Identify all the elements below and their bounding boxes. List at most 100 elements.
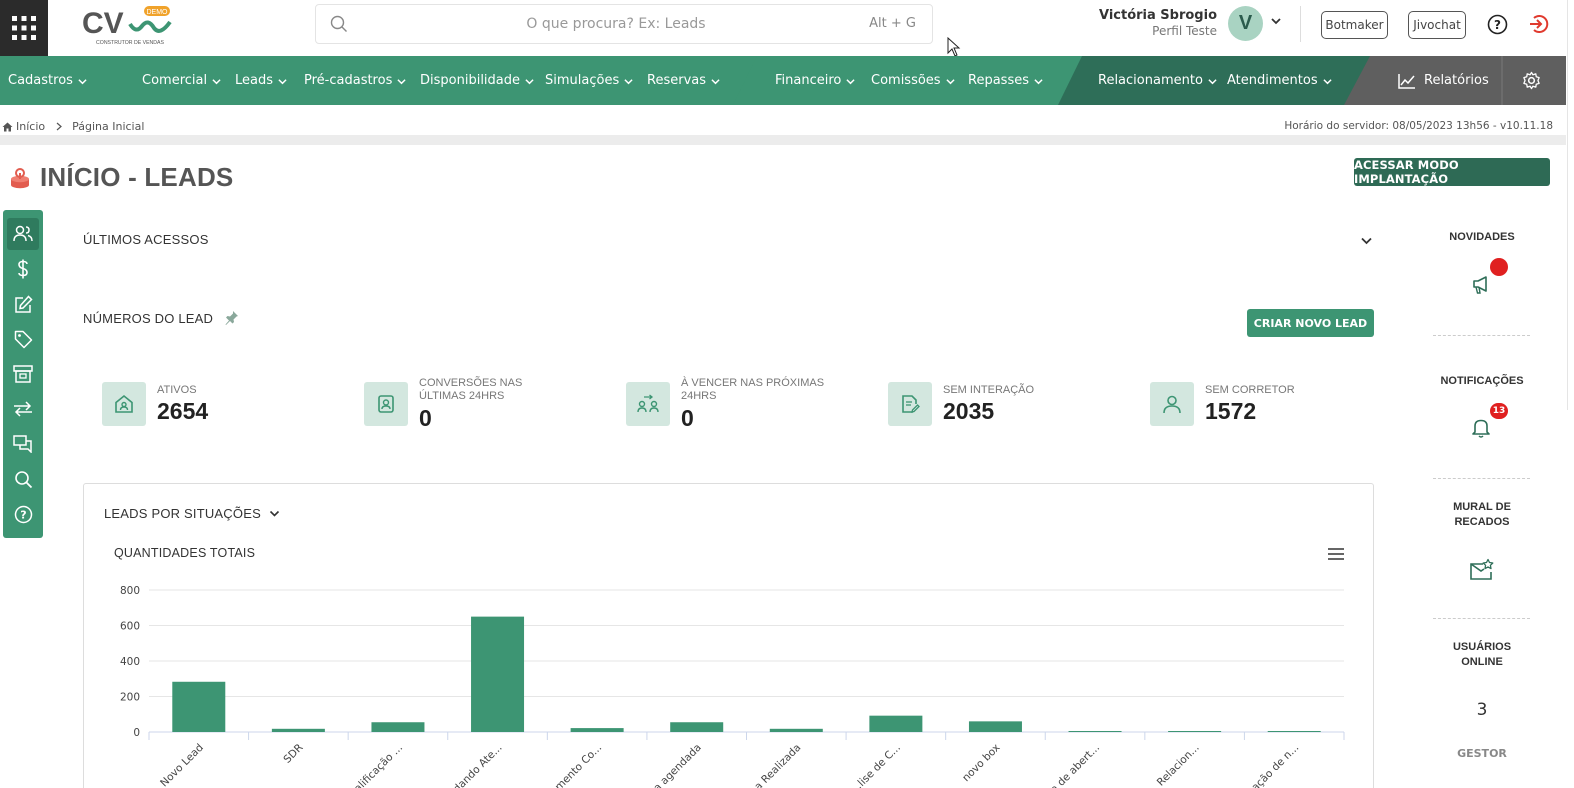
svg-text:?: ? [1494,18,1501,32]
y-tick-label: 0 [133,727,140,739]
lead-numbers-title: NÚMEROS DO LEAD [83,311,214,326]
botmaker-button[interactable]: Botmaker [1321,11,1388,39]
breadcrumb: Início Página Inicial [2,120,144,133]
y-tick-label: 600 [120,621,140,633]
main-navigation: Cadastros Comercial Leads Pré-cadastros … [0,56,1566,105]
chevron-down-icon [1322,78,1332,84]
tool-chat[interactable] [7,428,39,460]
nav-disponibilidade[interactable]: Disponibilidade [420,56,534,105]
x-tick-label: ...alificação ... [345,742,405,788]
tool-financial[interactable] [7,253,39,285]
nav-comercial[interactable]: Comercial [142,56,221,105]
left-toolbar: ? [3,210,43,538]
chevron-down-icon[interactable] [1360,234,1373,247]
chart-bar [471,616,525,732]
bell-icon[interactable] [1471,417,1491,439]
news-unread-dot [1490,258,1508,276]
nav-simulacoes[interactable]: Simulações [545,56,633,105]
message-wall-title: MURAL DE RECADOS [1453,501,1511,528]
chevron-down-icon [78,78,87,84]
nav-comissoes[interactable]: Comissões [871,56,955,105]
nav-reservas[interactable]: Reservas [647,56,720,105]
page-title-wrap: INÍCIO - LEADS [8,162,233,193]
nav-settings[interactable] [1522,56,1541,105]
tool-store[interactable] [7,358,39,390]
nav-repasses[interactable]: Repasses [968,56,1043,105]
chart-bar [869,715,923,732]
stat-conversions[interactable]: CONVERSÕES NAS ÚLTIMAS 24hrs 0 [364,376,604,436]
page-title: INÍCIO - LEADS [40,162,234,192]
jivochat-button[interactable]: Jivochat [1408,11,1466,39]
tool-leads[interactable] [7,218,39,250]
tool-search[interactable] [7,463,39,495]
house-icon [102,382,146,426]
tool-tags[interactable] [7,323,39,355]
divider [1433,618,1530,619]
mouse-cursor-icon [947,37,961,57]
user-name[interactable]: Victória Sbrogio [1099,8,1217,23]
nav-leads[interactable]: Leads [235,56,287,105]
online-users-title: USUÁRIOS ONLINE [1452,641,1512,668]
company-logo[interactable]: CV DEMO CONSTRUTOR DE VENDAS [82,4,177,46]
chart-bar [968,721,1022,732]
search-icon [330,15,347,32]
logo-text: CV [82,7,124,40]
chevron-down-icon[interactable] [1270,15,1282,27]
x-tick-label: ...a de abert... [1041,742,1102,788]
stat-active[interactable]: ATIVOS 2654 [102,376,342,436]
nav-pre-cadastros[interactable]: Pré-cadastros [304,56,406,105]
gear-icon [1523,71,1540,90]
nav-relacionamento[interactable]: Relacionamento [1098,56,1217,105]
chat-icon [13,435,32,453]
search-icon [14,470,32,488]
mail-star-icon[interactable] [1469,558,1495,582]
line-chart-icon [1398,73,1415,89]
recent-access-title[interactable]: ÚLTIMOS ACESSOS [83,232,209,247]
nav-label: Relacionamento [1098,73,1203,88]
help-icon[interactable]: ? [1487,14,1508,35]
notifications-title: NOTIFICAÇÕES [1440,375,1524,387]
help-icon: ? [14,505,32,523]
stat-value: 0 [419,405,432,431]
logout-icon[interactable] [1528,13,1550,35]
stat-value: 1572 [1205,398,1257,424]
edit-icon [14,294,33,313]
user-icon [1150,382,1194,426]
avatar[interactable]: V [1228,6,1263,41]
nav-relatorios[interactable]: Relatórios [1398,56,1489,105]
chart-bar [570,728,624,732]
stat-label: CONVERSÕES NAS ÚLTIMAS 24hrs [419,377,523,402]
stat-label: SEM INTERAÇÃO [943,384,1035,396]
megaphone-icon[interactable] [1471,273,1493,295]
create-lead-button[interactable]: CRIAR NOVO LEAD [1247,309,1374,337]
search-input[interactable] [356,5,876,43]
implant-mode-button[interactable]: ACESSAR MODO IMPLANTAÇÃO [1354,158,1550,186]
bar-chart: 0 200 400 600 800 Novo Lead SDR ...alificação .… [120,585,1345,788]
chevron-down-icon [846,78,855,84]
apps-grid-button[interactable] [0,0,48,56]
leads-funnel-icon [11,167,29,188]
stat-expiring[interactable]: À VENCER NAS PRÓXIMAS 24hrs 0 [626,376,866,436]
users-icon [13,225,33,242]
stat-no-broker[interactable]: SEM CORRETOR 1572 [1150,376,1390,436]
pin-icon[interactable] [224,310,239,325]
chart-bar [371,722,425,732]
user-profile: Perfil Teste [1152,24,1217,38]
nav-label: Disponibilidade [420,73,521,88]
nav-financeiro[interactable]: Financeiro [775,56,855,105]
tool-edit[interactable] [7,288,39,320]
nav-label: Cadastros [8,73,73,88]
tool-help[interactable]: ? [7,498,39,530]
global-search: Alt + G [315,4,933,44]
nav-atendimentos[interactable]: Atendimentos [1227,56,1332,105]
svg-text:?: ? [20,508,26,521]
stat-no-interaction[interactable]: SEM INTERAÇÃO 2035 [888,376,1128,436]
scrollbar[interactable] [1567,0,1574,410]
breadcrumb-home[interactable]: Início [16,120,45,133]
logo-tagline: CONSTRUTOR DE VENDAS [96,40,164,46]
transfer-icon [14,401,32,417]
server-time: Horário do servidor: 08/05/2023 13h56 - … [1284,120,1553,132]
tool-transfer[interactable] [7,393,39,425]
nav-cadastros[interactable]: Cadastros [8,56,87,105]
grid-icon [12,16,36,40]
